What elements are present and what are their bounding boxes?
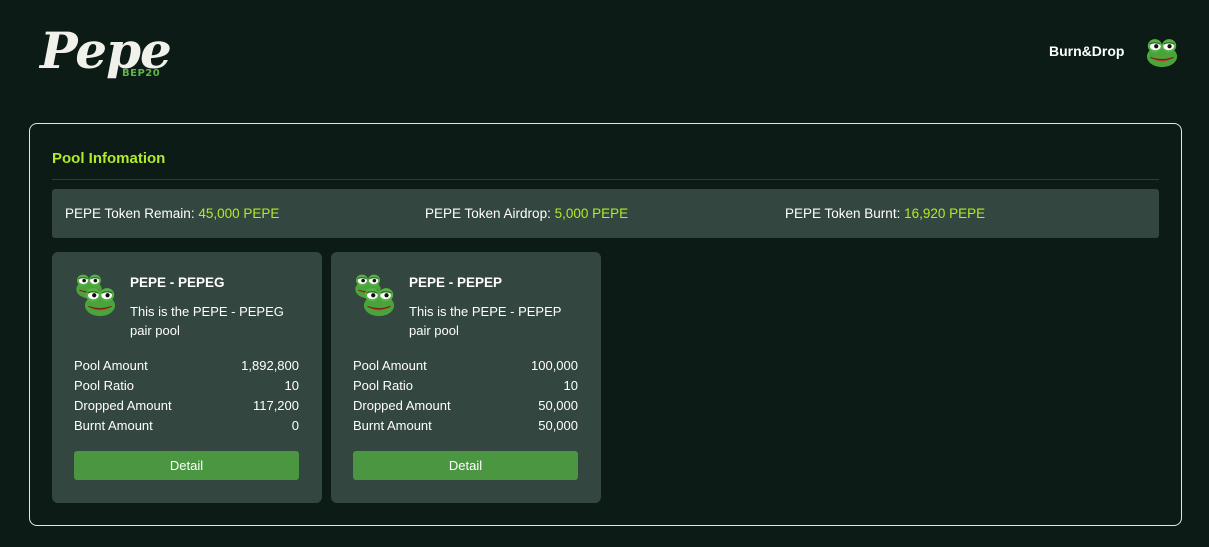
pool-description: This is the PEPE - PEPEP pair pool bbox=[409, 304, 562, 338]
row-label: Burnt Amount bbox=[353, 418, 432, 433]
header: Pepe BEP20 Burn&Drop bbox=[0, 0, 1209, 105]
detail-button[interactable]: Detail bbox=[74, 451, 299, 480]
pepe-pair-icon bbox=[354, 274, 395, 317]
pool-description: This is the PEPE - PEPEG pair pool bbox=[130, 304, 284, 338]
stat-token-airdrop: PEPE Token Airdrop: 5,000 PEPE bbox=[425, 206, 628, 221]
row-label: Pool Amount bbox=[74, 358, 148, 373]
row-value: 0 bbox=[291, 418, 299, 433]
pool-info-panel: Pool Infomation PEPE Token Remain: 45,00… bbox=[29, 123, 1182, 526]
divider bbox=[52, 179, 1159, 180]
row-value: 50,000 bbox=[538, 418, 578, 433]
row-label: Pool Ratio bbox=[74, 378, 134, 393]
row-value: 117,200 bbox=[252, 398, 299, 413]
row-label: Dropped Amount bbox=[353, 398, 451, 413]
pool-stats: Pool Amount 1,892,800 Pool Ratio 10 Drop… bbox=[74, 356, 299, 436]
pool-row-burnt: Burnt Amount 0 bbox=[74, 416, 299, 436]
pool-row-ratio: Pool Ratio 10 bbox=[74, 376, 299, 396]
panel-title: Pool Infomation bbox=[52, 150, 166, 167]
pool-row-dropped: Dropped Amount 50,000 bbox=[353, 396, 578, 416]
pool-row-amount: Pool Amount 100,000 bbox=[353, 356, 578, 376]
row-value: 100,000 bbox=[531, 358, 578, 373]
pool-row-ratio: Pool Ratio 10 bbox=[353, 376, 578, 396]
detail-button[interactable]: Detail bbox=[353, 451, 578, 480]
row-label: Pool Amount bbox=[353, 358, 427, 373]
pool-row-amount: Pool Amount 1,892,800 bbox=[74, 356, 299, 376]
row-label: Pool Ratio bbox=[353, 378, 413, 393]
stat-value: 45,000 PEPE bbox=[198, 206, 280, 221]
pool-card-pepep: PEPE - PEPEP This is the PEPE - PEPEP pa… bbox=[331, 252, 601, 503]
logo-subtext: BEP20 bbox=[122, 68, 161, 79]
pool-name: PEPE - PEPEP bbox=[409, 275, 503, 290]
stat-label: PEPE Token Airdrop: bbox=[425, 206, 551, 221]
stat-token-remain: PEPE Token Remain: 45,000 PEPE bbox=[65, 206, 279, 221]
row-value: 10 bbox=[563, 378, 578, 393]
row-label: Burnt Amount bbox=[74, 418, 153, 433]
row-label: Dropped Amount bbox=[74, 398, 172, 413]
pepe-pair-icon bbox=[75, 274, 116, 317]
pepe-frog-icon[interactable] bbox=[1144, 36, 1180, 68]
stat-value: 16,920 PEPE bbox=[904, 206, 986, 221]
stat-label: PEPE Token Remain: bbox=[65, 206, 195, 221]
stat-value: 5,000 PEPE bbox=[554, 206, 629, 221]
row-value: 1,892,800 bbox=[241, 358, 299, 373]
row-value: 50,000 bbox=[538, 398, 578, 413]
pepe-logo[interactable]: Pepe BEP20 bbox=[40, 22, 172, 86]
stat-label: PEPE Token Burnt: bbox=[785, 206, 901, 221]
pool-card-pepeg: PEPE - PEPEG This is the PEPE - PEPEG pa… bbox=[52, 252, 322, 503]
pool-name: PEPE - PEPEG bbox=[130, 275, 225, 290]
nav-burn-drop-link[interactable]: Burn&Drop bbox=[1049, 43, 1124, 59]
pool-row-dropped: Dropped Amount 117,200 bbox=[74, 396, 299, 416]
row-value: 10 bbox=[284, 378, 299, 393]
pool-row-burnt: Burnt Amount 50,000 bbox=[353, 416, 578, 436]
token-stats-bar: PEPE Token Remain: 45,000 PEPE PEPE Toke… bbox=[52, 189, 1159, 238]
stat-token-burnt: PEPE Token Burnt: 16,920 PEPE bbox=[785, 206, 985, 221]
pool-stats: Pool Amount 100,000 Pool Ratio 10 Droppe… bbox=[353, 356, 578, 436]
